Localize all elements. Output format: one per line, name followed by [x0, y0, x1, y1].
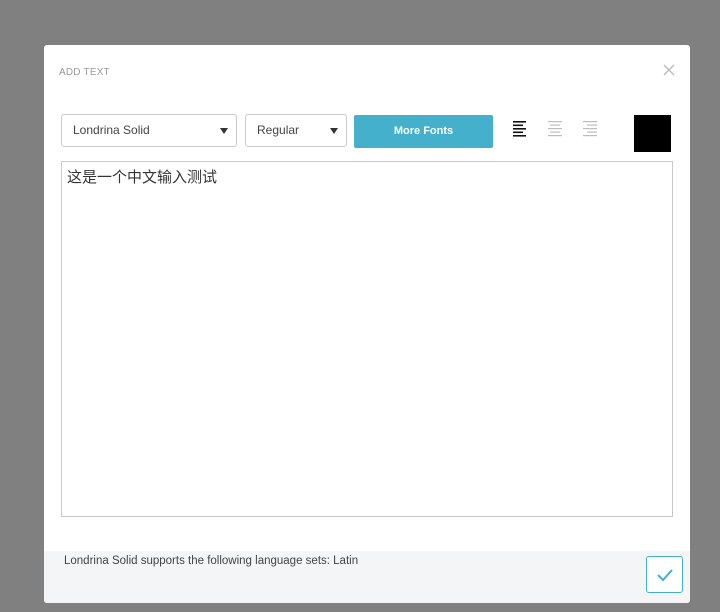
font-family-select[interactable]: Londrina Solid	[61, 114, 237, 147]
chevron-down-icon	[220, 128, 228, 134]
close-icon	[663, 64, 675, 76]
font-family-value: Londrina Solid	[73, 123, 150, 137]
more-fonts-button[interactable]: More Fonts	[354, 115, 493, 148]
align-right-icon	[583, 121, 597, 137]
dialog-title: ADD TEXT	[59, 67, 110, 78]
checkmark-icon	[657, 569, 673, 582]
align-center-icon	[548, 121, 562, 137]
confirm-button[interactable]	[646, 556, 683, 593]
add-text-dialog: ADD TEXT Londrina Solid Regular More Fon…	[44, 45, 690, 603]
text-input-area[interactable]: 这是一个中文输入测试	[61, 161, 673, 517]
font-weight-select[interactable]: Regular	[245, 114, 347, 147]
font-weight-value: Regular	[257, 123, 300, 137]
align-left-button[interactable]	[512, 120, 528, 138]
align-right-button[interactable]	[582, 120, 598, 138]
chevron-down-icon	[330, 128, 338, 134]
close-button[interactable]	[662, 63, 676, 77]
language-support-info: Londrina Solid supports the following la…	[64, 555, 359, 567]
dialog-footer: Londrina Solid supports the following la…	[44, 551, 690, 603]
align-center-button[interactable]	[547, 120, 563, 138]
text-toolbar: Londrina Solid Regular More Fonts	[61, 114, 673, 152]
align-left-icon	[513, 121, 526, 137]
text-color-picker[interactable]	[634, 115, 671, 152]
